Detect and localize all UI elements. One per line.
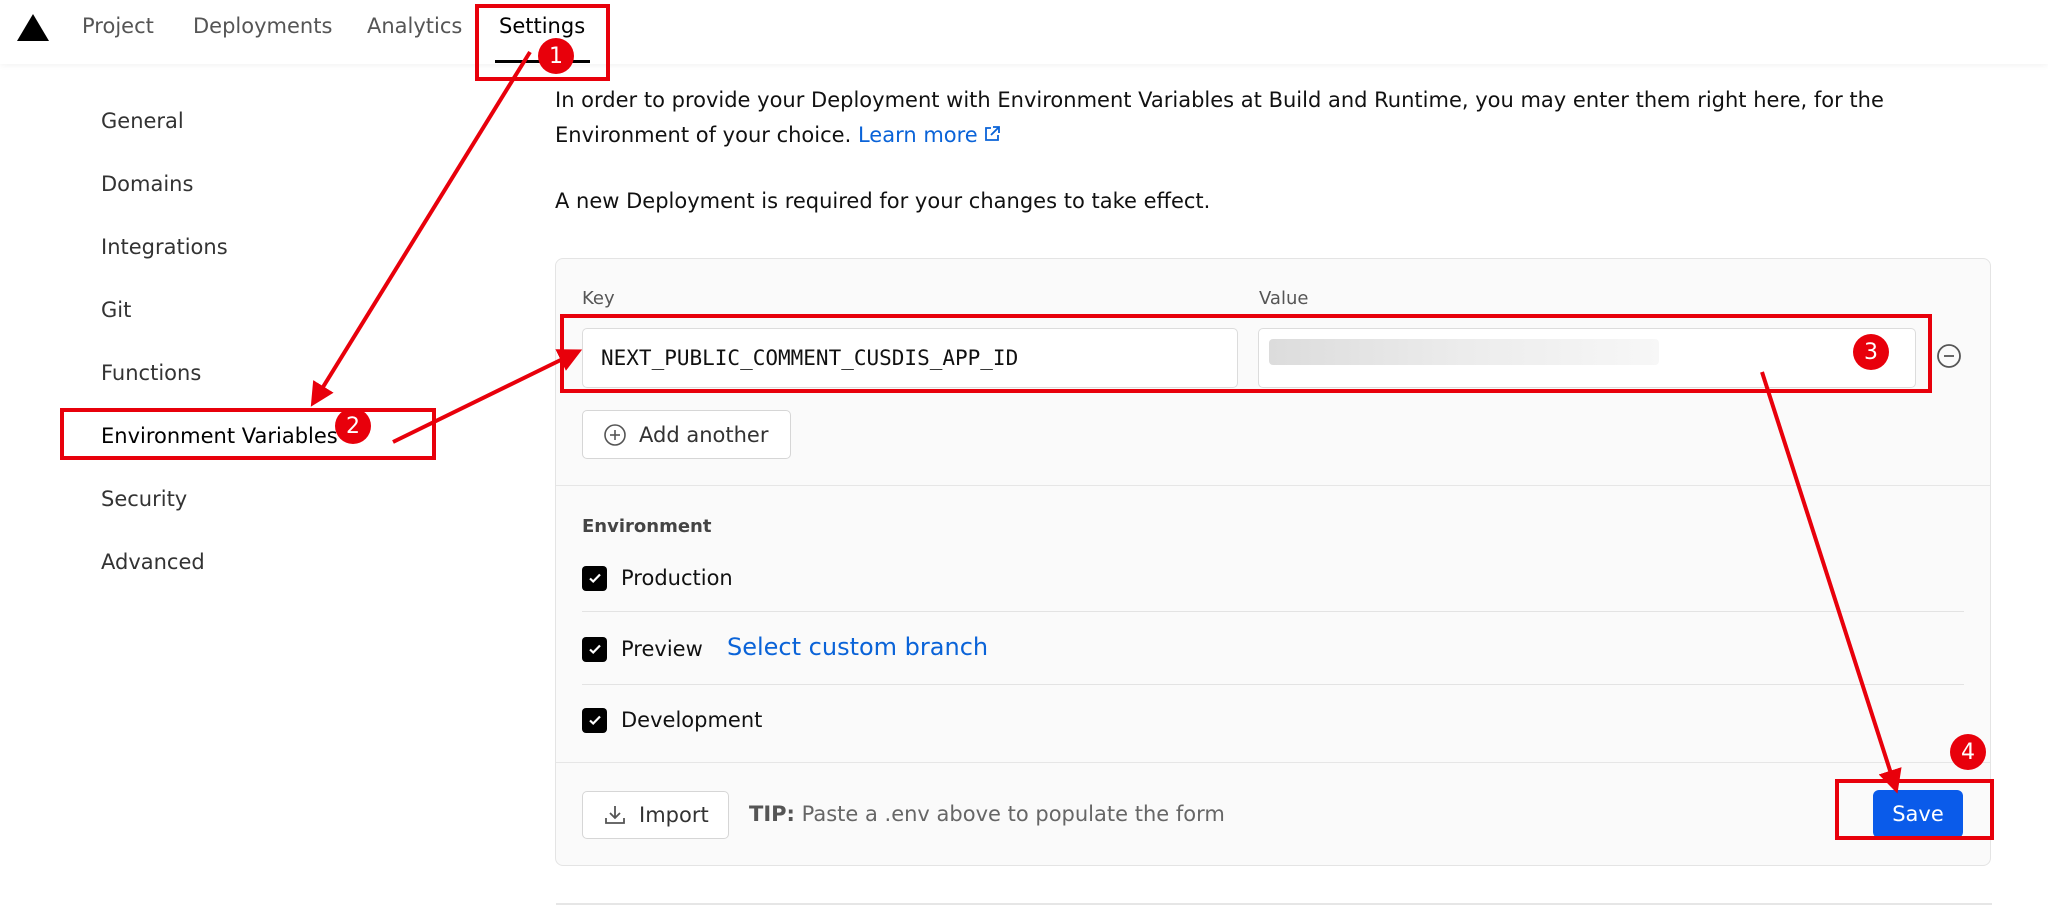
annotation-arrows (310, 50, 1902, 794)
arrow-2-to-3 (392, 349, 583, 444)
arrow-1-to-2 (310, 50, 532, 407)
annotation-badge-4: 4 (1950, 734, 1986, 770)
annotation-badge-2: 2 (335, 408, 371, 444)
annotation-badge-1: 1 (538, 38, 574, 74)
arrow-3-to-4 (1760, 371, 1902, 794)
annotation-badge-3: 3 (1853, 334, 1889, 370)
